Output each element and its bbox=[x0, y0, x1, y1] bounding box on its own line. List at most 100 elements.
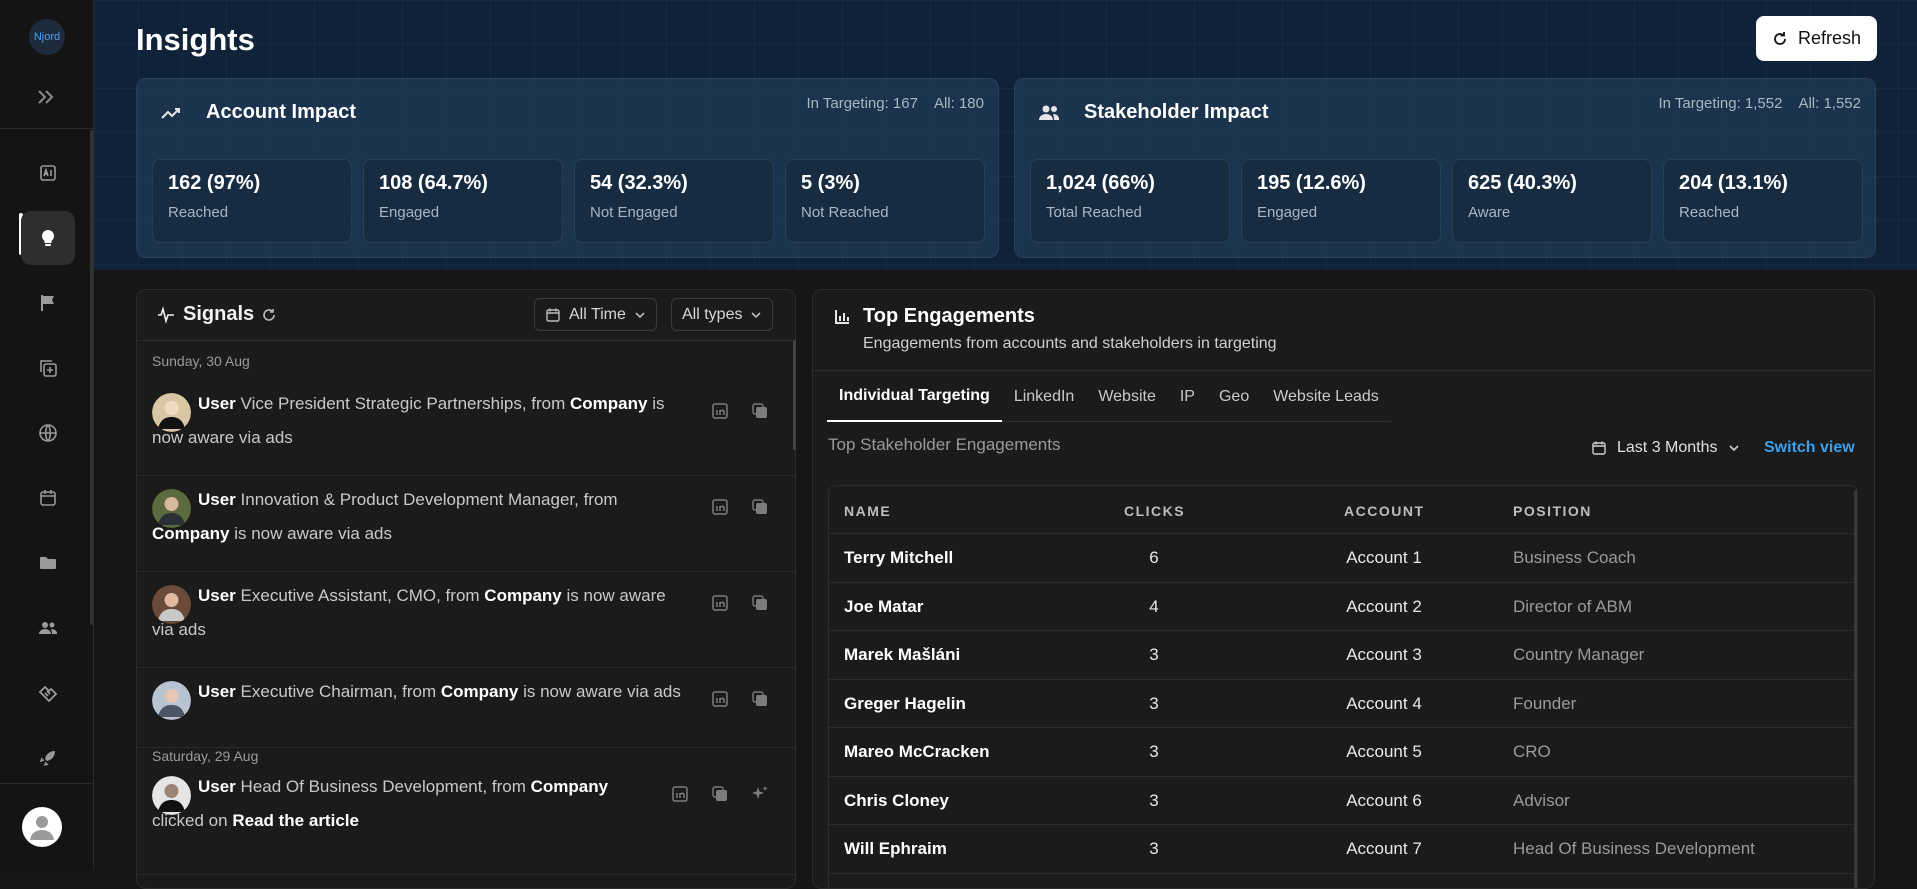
cell-position: Founder bbox=[1513, 693, 1577, 713]
signal-item[interactable]: User Innovation & Product Development Ma… bbox=[137, 476, 795, 572]
table-row[interactable]: Greger Hagelin 3 Account 4 Founder bbox=[829, 680, 1857, 728]
logo[interactable]: Njord bbox=[23, 17, 71, 57]
rocket-icon bbox=[39, 751, 55, 767]
signal-text: User Head Of Business Development, from … bbox=[152, 770, 652, 838]
tab-linkedin[interactable]: LinkedIn bbox=[1001, 372, 1087, 422]
nav-insights[interactable] bbox=[21, 211, 75, 265]
signal-item[interactable]: User Vice President Strategic Partnershi… bbox=[137, 380, 795, 476]
column-header-name[interactable]: NAME bbox=[844, 503, 891, 519]
expand-sidebar-icon[interactable] bbox=[35, 86, 57, 108]
signal-user[interactable]: User bbox=[198, 394, 236, 413]
table-row[interactable]: Chris Cloney 3 Account 6 Advisor bbox=[829, 777, 1857, 825]
signal-link[interactable]: Read the article bbox=[232, 811, 359, 830]
sparkle-icon[interactable] bbox=[751, 785, 769, 803]
nav-people[interactable] bbox=[21, 601, 75, 655]
cell-clicks: 3 bbox=[1149, 839, 1159, 858]
cell-position: Head Of Business Development bbox=[1513, 839, 1755, 858]
sidebar-divider-bottom bbox=[0, 783, 94, 784]
sidebar-scrollbar[interactable] bbox=[90, 130, 93, 625]
tab-website[interactable]: Website bbox=[1086, 372, 1168, 422]
signal-company[interactable]: Company bbox=[531, 777, 608, 796]
nav-globe[interactable] bbox=[21, 406, 75, 460]
engagement-tabs: Individual Targeting LinkedIn Website IP… bbox=[827, 372, 1391, 422]
table-row[interactable]: Joe Matar 4 Account 2 Director of ABM bbox=[829, 583, 1857, 631]
signal-text: User Executive Chairman, from Company is… bbox=[152, 675, 692, 709]
linkedin-icon[interactable] bbox=[711, 402, 729, 420]
nav-handshake[interactable] bbox=[21, 666, 75, 720]
signal-item[interactable]: User Head Of Business Development, from … bbox=[137, 775, 795, 875]
copy-icon[interactable] bbox=[751, 594, 769, 612]
nav-rocket[interactable] bbox=[21, 731, 75, 785]
signal-text: User Executive Assistant, CMO, from Comp… bbox=[152, 579, 692, 647]
copy-icon[interactable] bbox=[751, 402, 769, 420]
cell-position: Director of ABM bbox=[1513, 596, 1633, 616]
logo-text: Njord bbox=[33, 31, 61, 43]
metric-label: Engaged bbox=[379, 204, 440, 221]
column-header-account[interactable]: ACCOUNT bbox=[1344, 503, 1425, 519]
nav-calendar[interactable] bbox=[21, 471, 75, 525]
signal-user[interactable]: User bbox=[198, 777, 236, 796]
switch-view-button[interactable]: Switch view bbox=[1764, 439, 1855, 457]
signal-company[interactable]: Company bbox=[570, 394, 647, 413]
cell-name: Greger Hagelin bbox=[844, 693, 966, 713]
ai-report-icon bbox=[40, 165, 56, 181]
signal-company[interactable]: Company bbox=[441, 682, 518, 701]
cell-account: Account 5 bbox=[1346, 742, 1422, 761]
metric-value: 204 (13.1%) bbox=[1679, 172, 1788, 194]
signals-scrollbar[interactable] bbox=[793, 340, 796, 450]
signal-company[interactable]: Company bbox=[152, 524, 229, 543]
activity-icon bbox=[158, 305, 174, 324]
tab-ip[interactable]: IP bbox=[1167, 372, 1207, 422]
metric-label: Not Reached bbox=[801, 204, 889, 221]
linkedin-icon[interactable] bbox=[711, 594, 729, 612]
linkedin-icon[interactable] bbox=[671, 785, 689, 803]
chevron-down-icon bbox=[751, 311, 762, 318]
type-filter-dropdown[interactable]: All types bbox=[671, 298, 774, 331]
tab-geo[interactable]: Geo bbox=[1206, 372, 1262, 422]
metric-label: Not Engaged bbox=[590, 204, 678, 221]
cell-account: Account 2 bbox=[1346, 596, 1422, 616]
copy-icon[interactable] bbox=[751, 690, 769, 708]
user-avatar[interactable] bbox=[22, 807, 62, 847]
signal-user[interactable]: User bbox=[198, 586, 236, 605]
signal-company[interactable]: Company bbox=[484, 586, 561, 605]
linkedin-icon[interactable] bbox=[711, 498, 729, 516]
table-row[interactable]: Terry Mitchell 6 Account 1 Business Coac… bbox=[829, 534, 1857, 583]
nav-flag[interactable] bbox=[21, 276, 75, 330]
nav-ai-report[interactable] bbox=[21, 146, 75, 200]
table-row[interactable]: Marek Mašláni 3 Account 3 Country Manage… bbox=[829, 631, 1857, 680]
lightbulb-icon bbox=[41, 229, 55, 246]
calendar-icon bbox=[546, 308, 560, 322]
column-header-position[interactable]: POSITION bbox=[1513, 503, 1592, 519]
table-scrollbar[interactable] bbox=[1854, 490, 1857, 888]
table-row[interactable]: Will Ephraim 3 Account 7 Head Of Busines… bbox=[829, 825, 1857, 874]
signal-item[interactable]: User Executive Assistant, CMO, from Comp… bbox=[137, 572, 795, 668]
nav-folder[interactable] bbox=[21, 536, 75, 590]
date-range-dropdown[interactable]: Last 3 Months bbox=[1591, 439, 1740, 457]
engagements-subtitle: Engagements from accounts and stakeholde… bbox=[863, 335, 1277, 352]
time-filter-dropdown[interactable]: All Time bbox=[534, 298, 657, 331]
signal-item[interactable]: User Executive Chairman, from Company is… bbox=[137, 668, 795, 748]
column-header-clicks[interactable]: CLICKS bbox=[1124, 503, 1185, 519]
cell-position: CRO bbox=[1513, 742, 1551, 761]
tab-website-leads[interactable]: Website Leads bbox=[1261, 372, 1391, 422]
tab-individual-targeting[interactable]: Individual Targeting bbox=[827, 372, 1002, 422]
refresh-icon bbox=[1774, 31, 1786, 45]
metric-label: Reached bbox=[1679, 204, 1740, 221]
table-row[interactable]: Mareo McCracken 3 Account 5 CRO bbox=[829, 728, 1857, 777]
signal-user[interactable]: User bbox=[198, 682, 236, 701]
reload-icon[interactable] bbox=[262, 308, 276, 322]
nav-add-copy[interactable] bbox=[21, 341, 75, 395]
metric-value: 5 (3%) bbox=[801, 172, 860, 194]
metric-card: 54 (32.3%) Not Engaged bbox=[574, 159, 774, 243]
cell-account: Account 1 bbox=[1346, 548, 1422, 567]
copy-icon[interactable] bbox=[751, 498, 769, 516]
copy-icon[interactable] bbox=[711, 785, 729, 803]
metric-label: Aware bbox=[1468, 204, 1511, 221]
linkedin-icon[interactable] bbox=[711, 690, 729, 708]
signal-user[interactable]: User bbox=[198, 490, 236, 509]
refresh-button[interactable]: Refresh bbox=[1756, 16, 1877, 61]
add-copy-icon bbox=[40, 360, 57, 377]
account-all: All: 180 bbox=[933, 95, 984, 112]
time-filter-label: All Time bbox=[569, 305, 626, 323]
